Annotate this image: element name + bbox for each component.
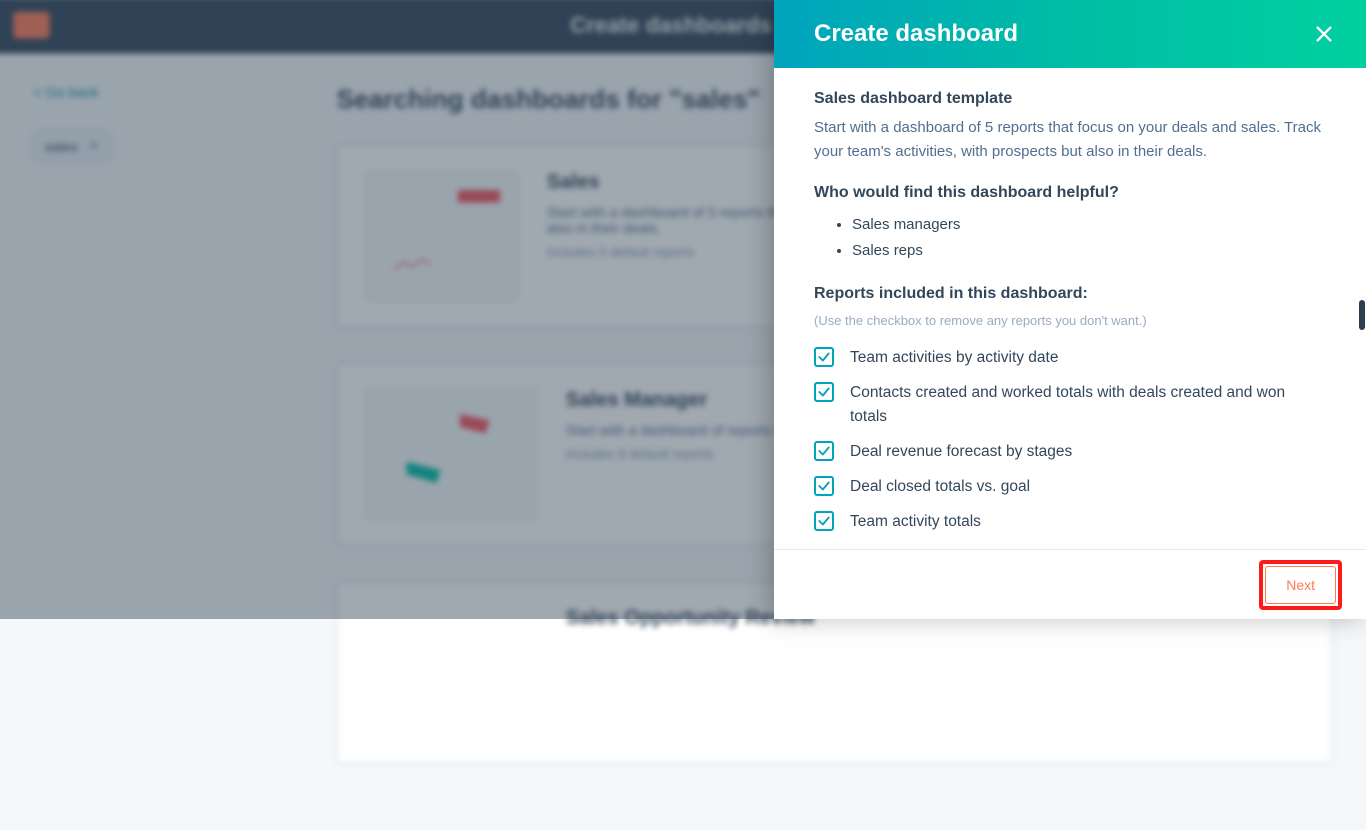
report-row: Contacts created and worked totals with … [814,381,1326,428]
panel-title: Create dashboard [814,20,1018,48]
report-label: Team activities by activity date [850,346,1058,369]
report-row: Team activities by activity date [814,346,1326,369]
report-checkbox[interactable] [814,511,834,531]
panel-body[interactable]: Sales dashboard template Start with a da… [774,68,1366,549]
report-row: Deal revenue forecast by stages [814,440,1326,463]
create-dashboard-panel: Create dashboard Sales dashboard templat… [774,0,1366,619]
report-row: Deal closed totals vs. goal [814,475,1326,498]
reports-hint: (Use the checkbox to remove any reports … [814,313,1326,328]
report-checkbox[interactable] [814,382,834,402]
reports-heading: Reports included in this dashboard: [814,285,1326,303]
who-helpful-heading: Who would find this dashboard helpful? [814,184,1326,202]
report-label: Contacts created and worked totals with … [850,381,1326,428]
who-item: Sales reps [852,238,1326,264]
report-row: Team activity totals [814,510,1326,533]
template-description: Start with a dashboard of 5 reports that… [814,116,1326,164]
report-label: Team activity totals [850,510,981,533]
panel-footer: Next [774,549,1366,619]
next-button-highlight: Next [1261,562,1340,608]
report-checkbox[interactable] [814,441,834,461]
close-icon [1313,23,1335,45]
reports-list: Team activities by activity date Contacts… [814,346,1326,534]
report-label: Deal closed totals vs. goal [850,475,1030,498]
report-checkbox[interactable] [814,476,834,496]
next-button[interactable]: Next [1265,566,1336,604]
report-label: Deal revenue forecast by stages [850,440,1072,463]
who-item: Sales managers [852,212,1326,238]
panel-header: Create dashboard [774,0,1366,68]
report-checkbox[interactable] [814,347,834,367]
who-helpful-list: Sales managers Sales reps [814,212,1326,263]
template-title: Sales dashboard template [814,90,1326,108]
close-button[interactable] [1310,20,1338,48]
